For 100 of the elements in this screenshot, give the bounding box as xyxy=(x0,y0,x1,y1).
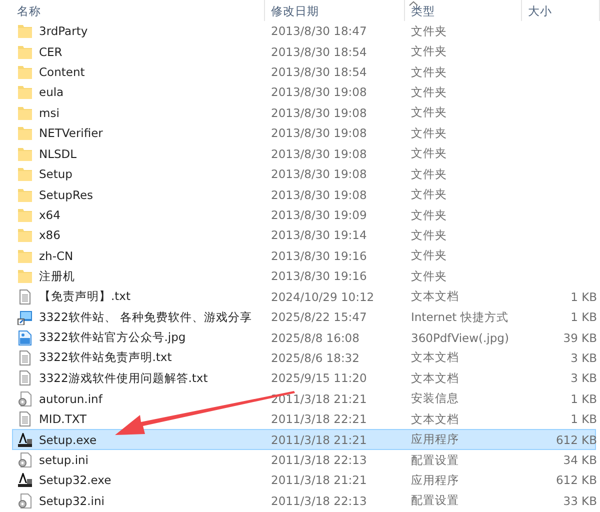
file-size: 612 KB xyxy=(554,432,597,447)
modified-date: 2011/3/18 22:13 xyxy=(270,453,368,468)
folder-icon xyxy=(17,248,33,264)
file-name: Content xyxy=(39,65,85,80)
column-header[interactable]: 类型 xyxy=(405,0,522,21)
modified-date: 2025/9/15 11:20 xyxy=(270,371,368,386)
program-icon xyxy=(17,472,33,488)
file-type: 文件夹 xyxy=(410,64,448,80)
file-row[interactable]: 3322软件站官方公众号.jpg 2025/8/8 16:08 360PdfView(.jpg) 39 KB xyxy=(12,327,596,348)
file-name: 3322游戏软件使用问题解答.txt xyxy=(39,370,208,386)
file-size: 1 KB xyxy=(570,290,597,304)
file-row[interactable]: 3322软件站免责声明.txt 2025/8/6 18:32 文本文档 3 KB xyxy=(12,348,596,368)
modified-date: 2013/8/30 19:14 xyxy=(270,228,368,242)
file-name: MID.TXT xyxy=(39,412,87,426)
file-row[interactable]: msi 2013/8/30 19:08 文件夹 xyxy=(12,102,596,124)
folder-icon xyxy=(17,268,33,284)
file-row[interactable]: MID.TXT 2011/3/18 22:21 文本文档 1 KB xyxy=(12,409,596,430)
folder-icon xyxy=(17,207,33,223)
file-name: 3322软件站免责声明.txt xyxy=(39,350,172,366)
column-header[interactable]: 修改日期 xyxy=(265,0,405,21)
file-row[interactable]: 3rdParty 2013/8/30 18:47 文件夹 xyxy=(12,21,596,42)
folder-icon xyxy=(17,104,33,121)
file-name: NLSDL xyxy=(39,146,77,161)
document-icon xyxy=(17,288,33,305)
modified-date: 2013/8/30 19:08 xyxy=(270,167,368,182)
shortcut-icon xyxy=(17,309,33,326)
file-size: 1 KB xyxy=(570,412,597,426)
file-type: 文件夹 xyxy=(410,24,448,39)
file-row[interactable]: Setup32.ini 2011/3/18 22:13 配置设置 33 KB xyxy=(12,490,596,512)
modified-date: 2013/8/30 19:08 xyxy=(270,146,368,161)
file-row[interactable]: x86 2013/8/30 19:14 文件夹 xyxy=(12,225,596,246)
image-file-icon xyxy=(17,330,33,346)
program-icon xyxy=(17,432,33,448)
file-row[interactable]: zh-CN 2013/8/30 19:16 文件夹 xyxy=(12,246,596,266)
column-header[interactable]: 名称 xyxy=(0,0,265,21)
modified-date: 2013/8/30 18:54 xyxy=(270,65,368,80)
modified-date: 2013/8/30 19:16 xyxy=(270,269,368,284)
modified-date: 2011/3/18 21:21 xyxy=(270,392,368,406)
settings-file-icon xyxy=(17,390,33,407)
column-header[interactable]: 大小 xyxy=(522,0,600,21)
file-name: NETVerifier xyxy=(39,126,103,140)
file-type: 文件夹 xyxy=(410,187,448,202)
file-row[interactable]: NLSDL 2013/8/30 19:08 文件夹 xyxy=(12,144,596,164)
file-row[interactable]: NETVerifier 2013/8/30 19:08 文件夹 xyxy=(12,123,596,144)
modified-date: 2011/3/18 21:21 xyxy=(270,473,368,488)
file-name: 【免责声明】.txt xyxy=(39,289,130,304)
file-row[interactable]: Setup32.exe 2011/3/18 21:21 应用程序 612 KB xyxy=(12,470,596,491)
file-size: 1 KB xyxy=(570,310,597,324)
file-row[interactable]: 【免责声明】.txt 2024/10/29 10:12 文本文档 1 KB xyxy=(12,286,596,307)
modified-date: 2011/3/18 22:21 xyxy=(270,412,368,426)
settings-file-icon xyxy=(17,452,33,468)
file-row[interactable]: autorun.inf 2011/3/18 21:21 安装信息 1 KB xyxy=(12,388,596,410)
file-row[interactable]: SetupRes 2013/8/30 19:08 文件夹 xyxy=(12,184,596,205)
file-row[interactable]: Setup 2013/8/30 19:08 文件夹 xyxy=(12,164,596,184)
modified-date: 2013/8/30 19:08 xyxy=(270,106,368,120)
file-name: autorun.inf xyxy=(39,392,102,406)
file-type: 文件夹 xyxy=(410,146,448,162)
file-row[interactable]: x64 2013/8/30 19:09 文件夹 xyxy=(12,204,596,226)
file-name: Setup.exe xyxy=(39,432,97,447)
file-type: 文本文档 xyxy=(410,370,460,386)
file-row[interactable]: eula 2013/8/30 19:08 文件夹 xyxy=(12,82,596,103)
folder-icon xyxy=(17,186,33,203)
modified-date: 2025/8/6 18:32 xyxy=(270,350,360,365)
file-type: 安装信息 xyxy=(410,391,460,406)
file-type: 文件夹 xyxy=(410,44,448,60)
folder-icon xyxy=(17,44,33,60)
file-size: 3 KB xyxy=(570,350,597,365)
file-name: setup.ini xyxy=(39,453,88,468)
modified-date: 2011/3/18 21:21 xyxy=(270,432,368,447)
file-type: 文本文档 xyxy=(410,350,460,366)
file-size: 3 KB xyxy=(570,371,597,386)
file-name: msi xyxy=(39,106,60,120)
file-type: 文件夹 xyxy=(410,84,448,100)
modified-date: 2013/8/30 19:08 xyxy=(270,188,368,202)
file-name: SetupRes xyxy=(39,188,94,202)
file-type: Internet 快捷方式 xyxy=(410,310,510,325)
folder-icon xyxy=(17,125,33,142)
file-type: 配置设置 xyxy=(410,493,460,508)
file-name: Setup32.ini xyxy=(39,494,104,508)
file-row[interactable]: Content 2013/8/30 18:54 文件夹 xyxy=(12,62,596,82)
file-row[interactable]: CER 2013/8/30 18:54 文件夹 xyxy=(12,41,596,62)
file-type: 文本文档 xyxy=(410,289,460,304)
modified-date: 2013/8/30 18:54 xyxy=(270,44,368,59)
file-row[interactable]: Setup.exe 2011/3/18 21:21 应用程序 612 KB xyxy=(12,429,596,450)
file-row[interactable]: 注册机 2013/8/30 19:16 文件夹 xyxy=(12,266,596,286)
modified-date: 2013/8/30 19:16 xyxy=(270,248,368,263)
document-icon xyxy=(17,350,33,366)
file-name: 3322软件站、 各种免费软件、游戏分享 xyxy=(39,310,252,325)
file-type: 文本文档 xyxy=(410,412,460,427)
file-type: 文件夹 xyxy=(410,228,448,243)
file-name: eula xyxy=(39,85,64,100)
modified-date: 2025/8/22 15:47 xyxy=(270,310,368,324)
file-size: 1 KB xyxy=(570,392,597,406)
file-type: 应用程序 xyxy=(410,432,460,448)
document-icon xyxy=(17,370,33,386)
file-row[interactable]: 3322游戏软件使用问题解答.txt 2025/9/15 11:20 文本文档 3 KB xyxy=(12,368,596,389)
file-row[interactable]: 3322软件站、 各种免费软件、游戏分享 2025/8/22 15:47 Internet 快捷方式 1 KB xyxy=(12,306,596,328)
file-type: 文件夹 xyxy=(410,166,448,182)
file-type: 文件夹 xyxy=(410,126,448,141)
file-row[interactable]: setup.ini 2011/3/18 22:13 配置设置 34 KB xyxy=(12,450,596,470)
